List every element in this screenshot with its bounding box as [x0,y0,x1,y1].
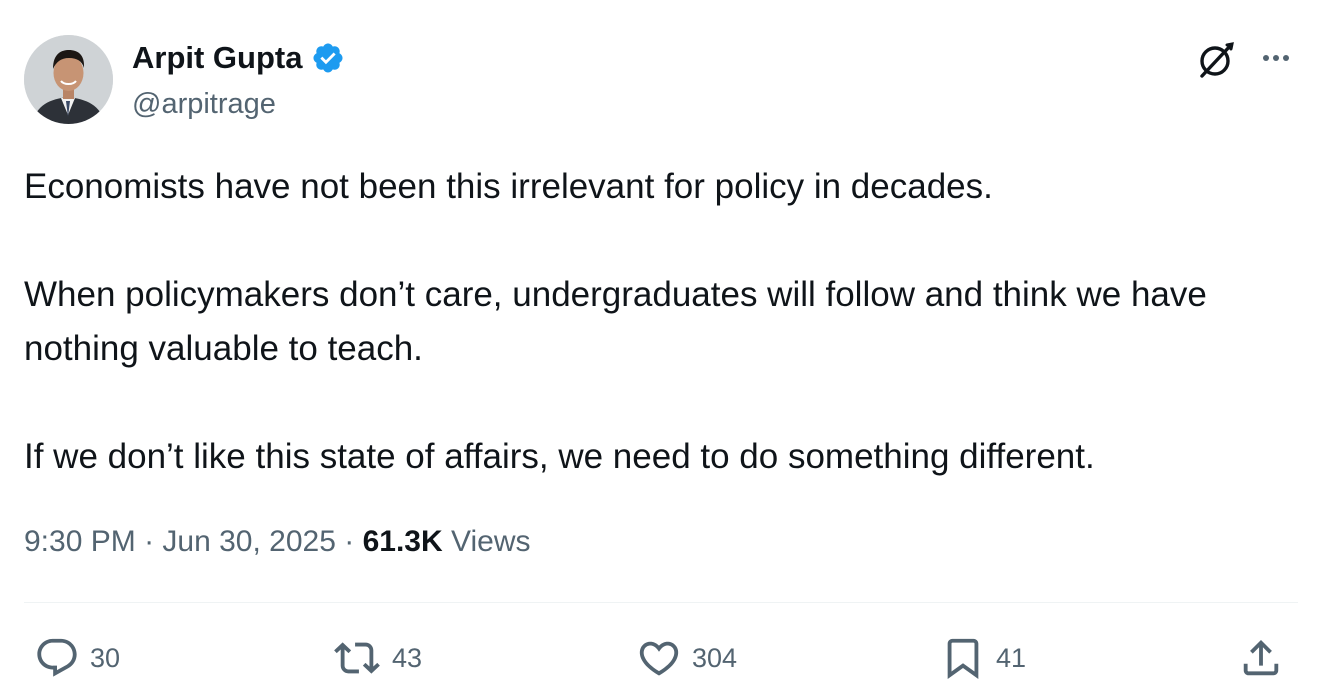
tweet-text: Economists have not been this irrelevant… [24,160,1284,484]
bookmark-count: 41 [996,642,1027,673]
views-label: Views [451,525,531,558]
author-name-text: Arpit Gupta [132,40,303,75]
avatar[interactable] [24,35,113,124]
like-button[interactable]: 304 [636,632,737,684]
meta-separator: · [344,525,355,558]
divider [24,602,1298,603]
share-button[interactable] [1238,632,1284,684]
verified-badge-icon[interactable] [311,41,345,75]
like-icon [639,641,679,676]
author-name[interactable]: Arpit Gupta [132,38,345,78]
tweet-time[interactable]: 9:30 PM [24,525,136,558]
views-count[interactable]: 61.3K [363,525,443,558]
bookmark-button[interactable]: 41 [940,632,1026,684]
like-count: 304 [692,642,738,673]
tweet-paragraph: If we don’t like this state of affairs, … [24,437,1095,476]
tweet: Arpit Gupta @arpitrage Economists have n… [0,0,1318,697]
tweet-meta: 9:30 PM · Jun 30, 2025 · 61.3K Views [24,520,530,564]
bookmark-icon [947,638,979,679]
tweet-paragraph: When policymakers don’t care, undergradu… [24,275,1207,368]
reply-count: 30 [90,642,121,673]
grok-icon[interactable] [1194,38,1238,82]
retweet-count: 43 [392,642,423,673]
meta-separator: · [144,525,155,558]
more-icon[interactable] [1252,38,1300,78]
author-handle[interactable]: @arpitrage [132,84,276,124]
reply-icon [37,638,77,677]
avatar-image [24,35,113,124]
retweet-icon [334,642,380,674]
tweet-paragraph: Economists have not been this irrelevant… [24,167,993,206]
retweet-button[interactable]: 43 [332,632,422,684]
tweet-date[interactable]: Jun 30, 2025 [162,525,335,558]
share-icon [1243,639,1279,676]
reply-button[interactable]: 30 [34,632,120,684]
